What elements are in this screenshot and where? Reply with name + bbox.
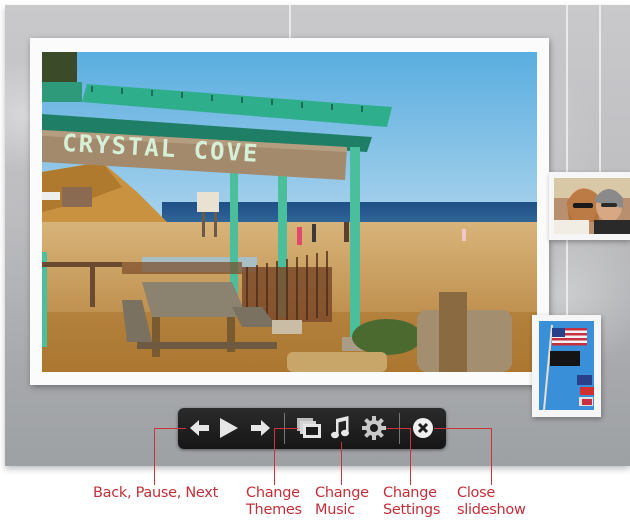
thumbnail-photo-flags[interactable] <box>532 315 601 417</box>
callout-close-label: Close slideshow <box>457 485 526 518</box>
callout-line-nav <box>154 428 186 429</box>
close-circle-icon <box>413 418 433 438</box>
next-button[interactable] <box>246 414 274 442</box>
callout-line-close <box>434 428 492 429</box>
callout-music-label: Change Music <box>315 485 369 518</box>
play-pause-button[interactable] <box>215 414 243 442</box>
arrow-right-icon <box>251 420 270 436</box>
callout-settings-label: Change Settings <box>383 485 441 518</box>
main-photo-frame[interactable]: CRYSTAL COVE <box>30 38 549 385</box>
hanging-string <box>599 5 601 173</box>
arrow-left-icon <box>190 420 209 436</box>
callout-line-themes <box>274 428 275 485</box>
close-button[interactable] <box>409 414 437 442</box>
callout-themes-label: Change Themes <box>246 485 302 518</box>
back-button[interactable] <box>186 414 214 442</box>
gear-icon <box>362 416 386 440</box>
callout-line-settings <box>386 428 411 429</box>
callout-line-close <box>491 428 492 485</box>
main-photo: CRYSTAL COVE <box>42 52 537 372</box>
play-icon <box>220 418 238 438</box>
hanging-string <box>566 240 568 316</box>
callout-nav-label: Back, Pause, Next <box>93 485 218 501</box>
settings-button[interactable] <box>360 414 388 442</box>
thumbnail-photo-couple[interactable] <box>549 172 630 240</box>
hanging-string <box>289 5 291 39</box>
music-button[interactable] <box>327 414 355 442</box>
callout-line-themes <box>274 428 298 429</box>
music-note-icon <box>331 416 349 439</box>
callout-line-music <box>341 442 342 485</box>
callout-line-nav <box>154 428 155 485</box>
hanging-string <box>566 5 568 173</box>
callout-line-settings <box>410 428 411 485</box>
themes-button[interactable] <box>295 414 323 442</box>
photo-stack-icon <box>297 418 321 438</box>
